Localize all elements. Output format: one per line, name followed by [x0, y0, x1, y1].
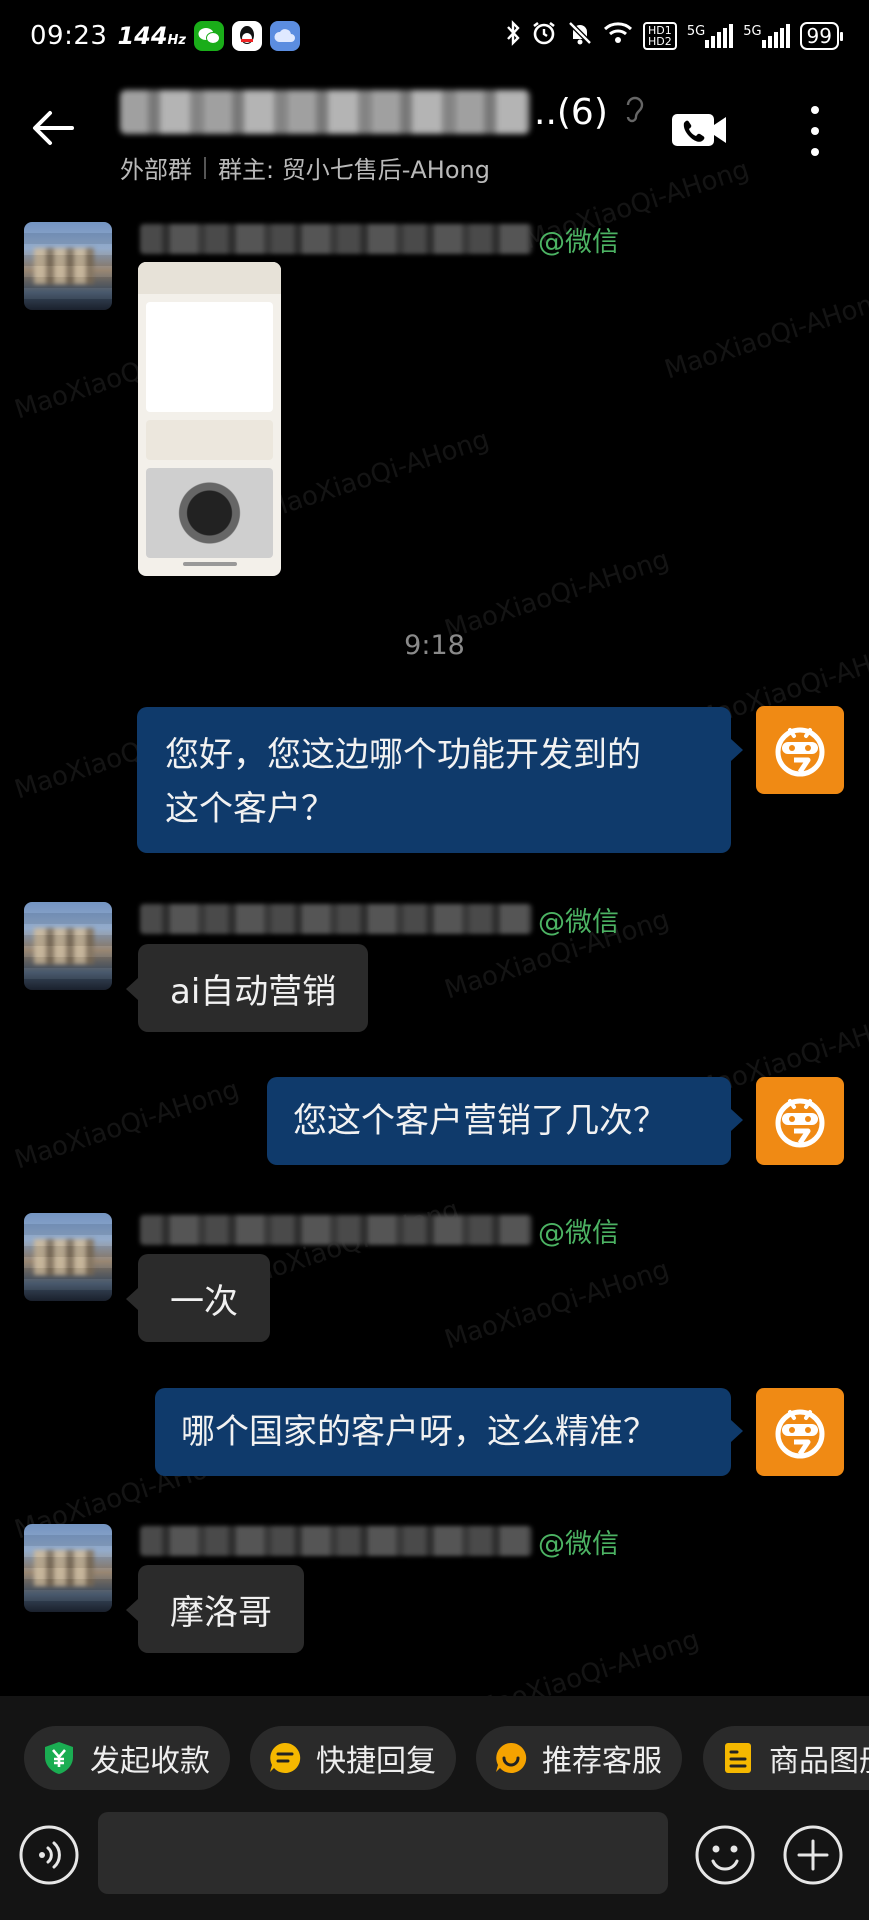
- blurred-sender-name: [140, 904, 532, 934]
- watermark: MaoXiaoQi-AHong: [441, 1254, 673, 1356]
- sender-name: @微信: [140, 1524, 619, 1560]
- wechat-tag: @微信: [538, 1528, 619, 1560]
- member-count: ..(6): [534, 91, 608, 133]
- chip-label: 商品图册: [769, 1744, 869, 1779]
- status-right: HD1 HD2 5G 5G 99: [505, 20, 844, 52]
- recommend-agent-icon: [494, 1741, 528, 1775]
- sender-avatar[interactable]: [24, 1213, 112, 1301]
- message-text: 摩洛哥: [170, 1592, 272, 1633]
- chip-label: 推荐客服: [542, 1744, 662, 1779]
- outgoing-message[interactable]: 您这个客户营销了几次？: [267, 1077, 743, 1165]
- message-text: 一次: [170, 1281, 238, 1322]
- call-button[interactable]: [670, 110, 730, 150]
- ear-icon: [624, 95, 646, 130]
- status-bar: 09:23 144Hz HD1 HD2 5G 5G 99: [0, 0, 869, 72]
- image-thumbnail-home-bar: [183, 562, 237, 566]
- chip-label: 快捷回复: [316, 1744, 436, 1779]
- product-album-chip[interactable]: 商品图册: [703, 1726, 869, 1790]
- watermark: MaoXiaoQi-AHong: [661, 284, 869, 386]
- message-text: ai自动营销: [170, 971, 337, 1012]
- image-thumbnail-product: [146, 468, 273, 558]
- back-arrow-icon: [33, 111, 74, 145]
- message-timestamp: 9:18: [404, 630, 465, 661]
- quick-reply-chip[interactable]: 快捷回复: [250, 1726, 456, 1790]
- wechat-tag: @微信: [538, 1217, 619, 1249]
- group-owner: 群主: 贸小七售后-AHong: [218, 156, 490, 184]
- watermark: MaoXiaoQi-AHong: [11, 1074, 243, 1176]
- sender-name: @微信: [140, 1213, 619, 1249]
- qq-app-icon: [232, 21, 262, 51]
- image-thumbnail-header: [138, 262, 281, 294]
- voice-icon: [19, 1825, 79, 1885]
- input-bar: [0, 1812, 869, 1920]
- payment-shield-icon: [42, 1741, 76, 1775]
- sender-name: @微信: [140, 902, 619, 938]
- message-input[interactable]: [98, 1812, 668, 1894]
- emoji-icon: [695, 1825, 755, 1885]
- wechat-tag: @微信: [538, 226, 619, 258]
- video-call-icon: [672, 114, 726, 146]
- chat-header: ..(6) 外部群 群主: 贸小七售后-AHong: [0, 72, 869, 192]
- quick-reply-icon: [268, 1741, 302, 1775]
- blurred-sender-name: [140, 1215, 532, 1245]
- voice-input-button[interactable]: [18, 1824, 80, 1886]
- mute-bell-icon: [567, 20, 593, 52]
- incoming-message[interactable]: 一次: [126, 1254, 270, 1342]
- more-dot: [811, 127, 819, 135]
- refresh-rate: 144Hz: [117, 22, 186, 50]
- wechat-tag: @微信: [538, 906, 619, 938]
- blurred-sender-name: [140, 224, 532, 254]
- watermark: MaoXiaoQi-AHong: [261, 424, 493, 526]
- cell-signal-1: 5G: [687, 24, 734, 48]
- image-message[interactable]: [138, 262, 281, 576]
- bot-avatar[interactable]: [756, 706, 844, 794]
- subtitle-divider: [204, 156, 206, 179]
- sender-avatar[interactable]: [24, 222, 112, 310]
- outgoing-message[interactable]: 您好，您这边哪个功能开发到的 这个客户？: [137, 707, 743, 853]
- product-album-icon: [721, 1741, 755, 1775]
- cloud-app-icon: [270, 21, 300, 51]
- image-thumbnail-card: [146, 302, 273, 412]
- message-text: 您这个客户营销了几次？: [293, 1101, 667, 1141]
- alarm-icon: [531, 20, 557, 52]
- incoming-message[interactable]: 摩洛哥: [126, 1565, 304, 1653]
- message-text-line: 您好，您这边哪个功能开发到的: [165, 735, 641, 775]
- robot-icon: [775, 727, 825, 777]
- robot-icon: [775, 1409, 825, 1459]
- more-options-button[interactable]: [800, 106, 830, 156]
- outgoing-message[interactable]: 哪个国家的客户呀，这么精准？: [155, 1388, 743, 1476]
- bluetooth-icon: [505, 20, 521, 52]
- status-time: 09:23: [30, 21, 108, 51]
- bot-avatar[interactable]: [756, 1077, 844, 1165]
- image-thumbnail-row: [146, 420, 273, 460]
- collect-payment-chip[interactable]: 发起收款: [24, 1726, 230, 1790]
- wechat-app-icon: [194, 21, 224, 51]
- sender-avatar[interactable]: [24, 1524, 112, 1612]
- incoming-message[interactable]: ai自动营销: [125, 944, 369, 1032]
- chat-subtitle: 外部群 群主: 贸小七售后-AHong: [120, 150, 490, 185]
- message-text: 哪个国家的客户呀，这么精准？: [181, 1412, 657, 1452]
- sender-avatar[interactable]: [24, 902, 112, 990]
- back-button[interactable]: [28, 102, 80, 154]
- group-type: 外部群: [120, 156, 192, 184]
- quick-action-bar: 发起收款 快捷回复 推荐客服 商品图册: [0, 1696, 869, 1812]
- recommend-agent-chip[interactable]: 推荐客服: [476, 1726, 682, 1790]
- robot-icon: [775, 1098, 825, 1148]
- plus-icon: [783, 1825, 843, 1885]
- message-text-line: 这个客户？: [165, 789, 335, 829]
- more-dot: [811, 106, 819, 114]
- cell-signal-2: 5G: [743, 24, 790, 48]
- blurred-sender-name: [140, 1526, 532, 1556]
- more-dot: [811, 148, 819, 156]
- hd-badge: HD1 HD2: [642, 22, 677, 50]
- wifi-icon: [603, 21, 633, 51]
- more-attachments-button[interactable]: [782, 1824, 844, 1886]
- battery-indicator: 99: [799, 22, 844, 50]
- chat-title[interactable]: ..(6): [120, 90, 646, 134]
- bot-avatar[interactable]: [756, 1388, 844, 1476]
- sender-name: @微信: [140, 222, 619, 258]
- blurred-group-name: [120, 90, 530, 134]
- emoji-button[interactable]: [694, 1824, 756, 1886]
- chip-label: 发起收款: [90, 1744, 210, 1779]
